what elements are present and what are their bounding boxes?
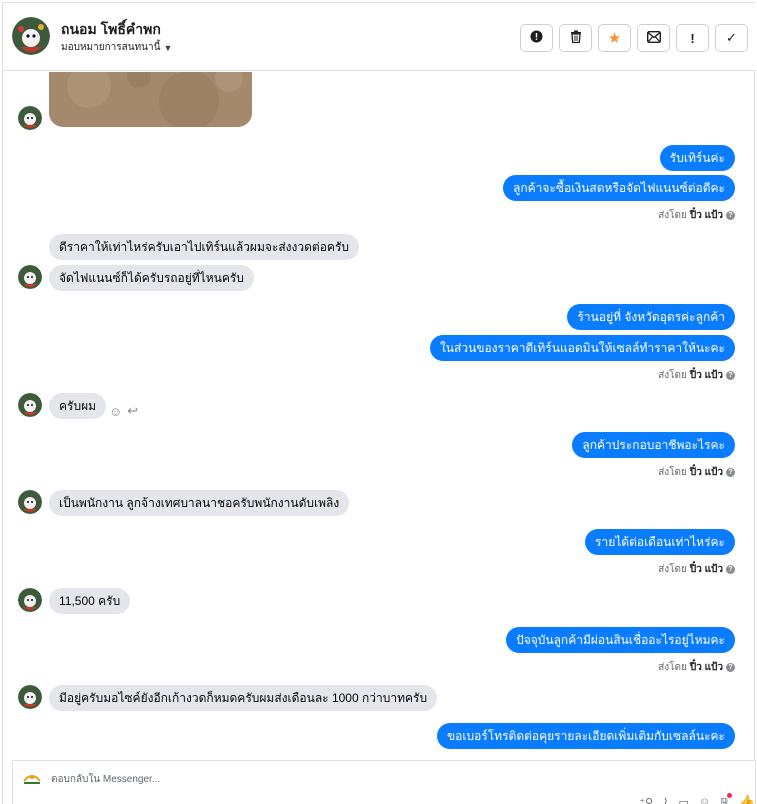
sender-name: ปิ๋ว แป้ว <box>689 210 723 221</box>
assign-conversation-dropdown[interactable]: มอบหมายการสนทนานี้ ▼ <box>61 40 172 55</box>
reply-icon[interactable]: ↩ <box>127 403 138 419</box>
smiley-icon[interactable]: ☺ <box>109 404 122 419</box>
header-actions: ★ ! ✓ <box>520 24 748 52</box>
incoming-message[interactable]: ดีราคาให้เท่าไหร่ครับเอาไปเทิร์นแล้วผมจะ… <box>49 234 360 260</box>
ad-icon[interactable]: ℝ <box>720 792 732 804</box>
contact-avatar-small[interactable] <box>18 265 42 289</box>
star-icon: ★ <box>607 30 622 47</box>
sent-by-text: ส่งโดย <box>658 662 687 673</box>
assign-conversation-label: มอบหมายการสนทนานี้ <box>61 42 161 53</box>
outgoing-message[interactable]: ขอเบอร์โทรติดต่อคุยรายละเอียดเพิ่มเติมกั… <box>436 723 735 749</box>
trash-icon <box>570 30 582 46</box>
message-thread[interactable]: รับเทิร์นค่ะ ลูกค้าจะซื้อเงินสดหรือจัดไฟ… <box>3 72 756 756</box>
contact-avatar-small[interactable] <box>18 588 42 612</box>
outgoing-message[interactable]: ลูกค้าประกอบอาชีพอะไรคะ <box>572 432 735 458</box>
contact-avatar-small[interactable] <box>18 106 42 130</box>
sent-by-label: ส่งโดย ปิ๋ว แป้ว ? <box>658 562 735 577</box>
alert-circle-icon <box>530 30 543 46</box>
delete-button[interactable] <box>559 24 592 52</box>
outgoing-message[interactable]: ปัจจุบันลูกค้ามีผ่อนสินเชื่ออะไรอยู่ไหมค… <box>506 627 735 653</box>
contact-avatar-small[interactable] <box>18 490 42 514</box>
sent-by-text: ส่งโดย <box>658 564 687 575</box>
reply-input[interactable]: ตอบกลับใน Messenger... <box>51 772 160 787</box>
sent-by-label: ส่งโดย ปิ๋ว แป้ว ? <box>658 208 735 223</box>
attached-photo[interactable] <box>49 72 252 127</box>
outgoing-message[interactable]: ร้านอยู่ที่ จังหวัดอุดรค่ะลูกค้า <box>567 304 735 330</box>
thumbs-up-icon[interactable]: 👍 <box>739 794 755 804</box>
outgoing-message[interactable]: ลูกค้าจะซื้อเงินสดหรือจัดไฟแนนซ์ต่อดีคะ <box>503 175 735 201</box>
info-icon[interactable]: ? <box>726 468 735 477</box>
sent-by-text: ส่งโดย <box>658 370 687 381</box>
mail-icon <box>646 30 661 46</box>
sent-by-label: ส่งโดย ปิ๋ว แป้ว ? <box>658 368 735 383</box>
contact-avatar-small[interactable] <box>18 685 42 709</box>
add-person-icon[interactable]: ⁺⚲ <box>639 796 653 804</box>
sent-by-label: ส่งโดย ปิ๋ว แป้ว ? <box>658 465 735 480</box>
page-logo <box>22 771 42 785</box>
star-button[interactable]: ★ <box>598 24 631 52</box>
sender-name: ปิ๋ว แป้ว <box>689 564 723 575</box>
mark-unread-button[interactable] <box>637 24 670 52</box>
mark-done-button[interactable]: ✓ <box>715 24 748 52</box>
sender-name: ปิ๋ว แป้ว <box>689 467 723 478</box>
attachment-icon[interactable]: ⌇ <box>663 796 668 804</box>
incoming-message[interactable]: ครับผม <box>49 393 107 419</box>
info-icon[interactable]: ? <box>726 211 735 220</box>
composer-tools: ⁺⚲ ⌇ ▭ ☺ ℝ 👍 <box>639 792 755 804</box>
outgoing-message[interactable]: ในส่วนของราคาดีเทิร์นแอดมินให้เซลล์ทำราค… <box>429 335 735 361</box>
emoji-icon[interactable]: ☺ <box>699 796 710 804</box>
contact-avatar[interactable] <box>12 17 50 55</box>
outgoing-message[interactable]: รายได้ต่อเดือนเท่าไหร่คะ <box>585 529 735 555</box>
contact-avatar-small[interactable] <box>18 393 42 417</box>
contact-name[interactable]: ถนอม โพธิ์คำพก <box>61 19 161 41</box>
inbox-conversation-panel: ถนอม โพธิ์คำพก มอบหมายการสนทนานี้ ▼ ★ ! … <box>2 2 756 804</box>
saved-replies-icon[interactable]: ▭ <box>678 796 688 804</box>
incoming-message[interactable]: 11,500 ครับ <box>49 588 131 614</box>
sender-name: ปิ๋ว แป้ว <box>689 662 723 673</box>
message-actions: ☺ ↩ <box>109 403 138 419</box>
sender-name: ปิ๋ว แป้ว <box>689 370 723 381</box>
info-icon[interactable]: ? <box>726 565 735 574</box>
exclamation-icon: ! <box>690 30 695 46</box>
reply-composer: ตอบกลับใน Messenger... ⁺⚲ ⌇ ▭ ☺ ℝ 👍 <box>12 760 756 804</box>
mark-spam-button[interactable] <box>520 24 553 52</box>
sent-by-text: ส่งโดย <box>658 210 687 221</box>
flag-button[interactable]: ! <box>676 24 709 52</box>
info-icon[interactable]: ? <box>726 663 735 672</box>
incoming-message[interactable]: มีอยู่ครับมอไซค์ยังอีกเก้างวดก็หมดครับผม… <box>49 685 438 711</box>
caret-down-icon: ▼ <box>163 42 173 53</box>
check-icon: ✓ <box>726 30 737 45</box>
sent-by-label: ส่งโดย ปิ๋ว แป้ว ? <box>658 660 735 675</box>
conversation-header: ถนอม โพธิ์คำพก มอบหมายการสนทนานี้ ▼ ★ ! … <box>3 3 756 71</box>
sent-by-text: ส่งโดย <box>658 467 687 478</box>
info-icon[interactable]: ? <box>726 371 735 380</box>
outgoing-message[interactable]: รับเทิร์นค่ะ <box>659 145 735 171</box>
incoming-message[interactable]: จัดไฟแนนซ์ก็ได้ครับรถอยู่ที่ไหนครับ <box>49 265 254 291</box>
incoming-message[interactable]: เป็นพนักงาน ลูกจ้างเทศบาลนาชอครับพนักงาน… <box>49 490 350 516</box>
